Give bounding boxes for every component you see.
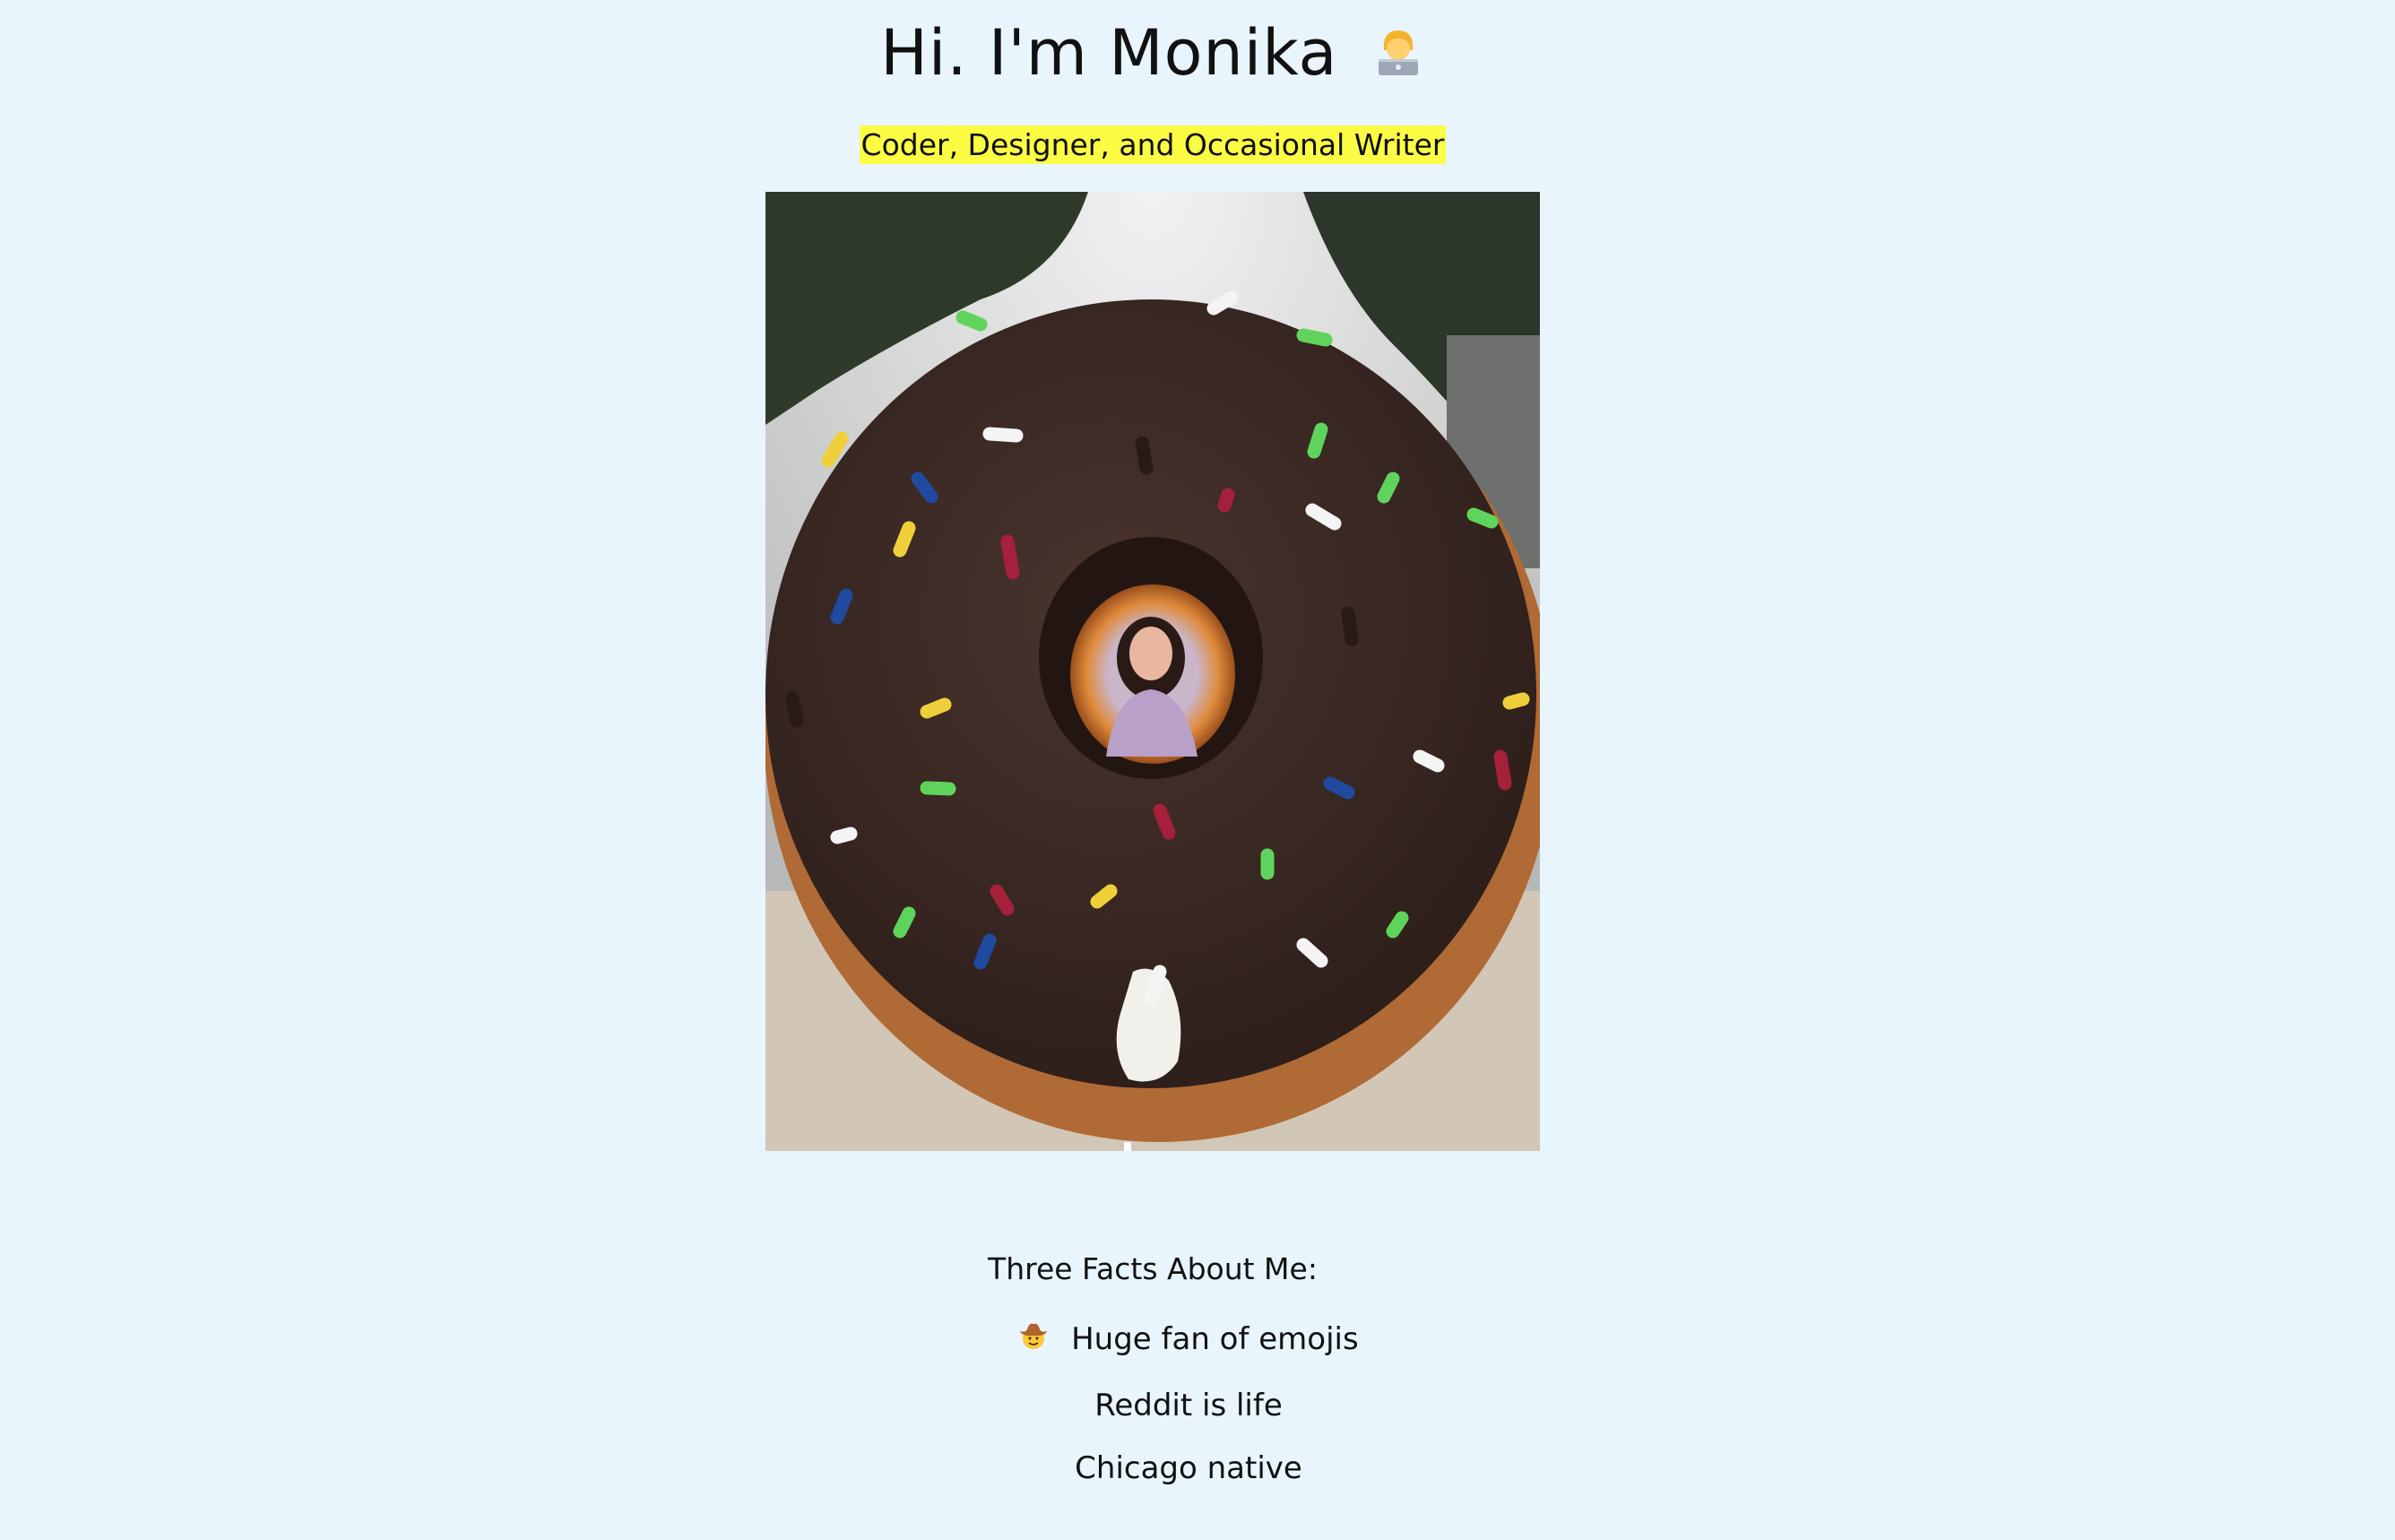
donut-photo: [765, 192, 1540, 1151]
giant-donut-icon: [765, 192, 1540, 1151]
fact-item-chicago: Chicago native: [0, 1449, 2377, 1488]
fact-text: Reddit is life: [1094, 1388, 1283, 1423]
page-title: Hi. I'm Monika: [0, 13, 2305, 98]
fact-item-reddit: Reddit is life: [0, 1386, 2377, 1425]
fact-text: Chicago native: [1075, 1450, 1302, 1486]
title-text: Hi. I'm Monika: [880, 16, 1338, 90]
subtitle: Coder, Designer, and Occasional Writer: [0, 125, 2305, 164]
facts-heading: Three Facts About Me:: [988, 1251, 1318, 1286]
subtitle-text: Coder, Designer, and Occasional Writer: [859, 125, 1447, 164]
fact-item-emojis: Huge fan of emojis: [0, 1319, 2377, 1361]
woman-technologist-icon: [1371, 17, 1425, 98]
cowboy-hat-face-icon: [1018, 1320, 1049, 1361]
fact-text: Huge fan of emojis: [1071, 1321, 1359, 1357]
